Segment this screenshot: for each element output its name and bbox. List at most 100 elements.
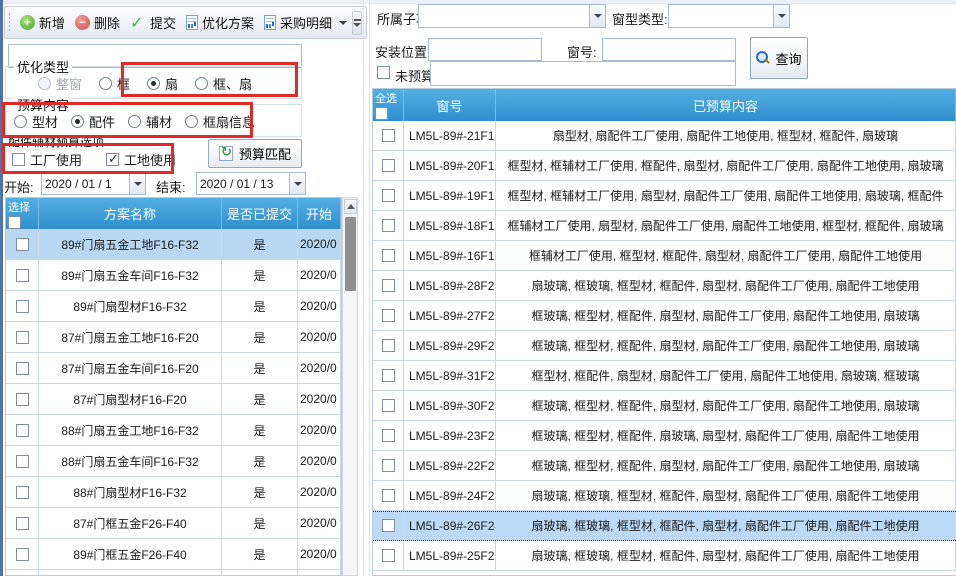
unbudgeted-input[interactable] (430, 61, 736, 86)
row-checkbox[interactable] (382, 129, 395, 142)
row-checkbox[interactable] (382, 219, 395, 232)
plan-table-row[interactable]: 87#门扇五金工地F16-F20是2020/0 (6, 322, 341, 353)
radio-option-框、扇[interactable]: 框、扇 (195, 74, 252, 93)
query-button[interactable]: 查询 (750, 37, 808, 79)
scrollbar-thumb[interactable] (345, 217, 356, 291)
window-table-row[interactable]: LM5L-89#-16F15框辅材工厂使用, 框型材, 框配件, 扇型材, 扇配… (373, 241, 956, 271)
window-table-row[interactable]: LM5L-89#-19F17框型材, 框辅材工厂使用, 扇型材, 扇配件工厂使用… (373, 181, 956, 211)
row-checkbox[interactable] (382, 339, 395, 352)
row-checkbox[interactable] (16, 517, 29, 530)
panel-splitter[interactable] (363, 0, 364, 576)
radio-icon[interactable] (195, 77, 208, 90)
delete-button[interactable]: 删除 (70, 10, 125, 35)
select-all-checkbox[interactable] (375, 107, 388, 120)
radio-option-配件[interactable]: 配件 (71, 112, 115, 131)
sub-item-dropdown-button[interactable] (589, 5, 605, 27)
row-checkbox[interactable] (382, 429, 395, 442)
row-checkbox[interactable] (16, 486, 29, 499)
window-table-row[interactable]: LM5L-89#-23F21框玻璃, 框型材, 框配件, 扇玻璃, 扇型材, 扇… (373, 421, 956, 451)
checkbox-option-工厂使用[interactable]: 工厂使用 (12, 150, 82, 169)
row-checkbox[interactable] (16, 424, 29, 437)
checkbox-icon[interactable] (106, 153, 119, 166)
plan-table-scrollbar[interactable] (342, 197, 358, 576)
row-checkbox[interactable] (382, 249, 395, 262)
radio-icon[interactable] (38, 77, 51, 90)
radio-option-框[interactable]: 框 (99, 74, 130, 93)
window-table-row[interactable]: LM5L-89#-20F18框型材, 框辅材工厂使用, 框配件, 扇型材, 扇配… (373, 151, 956, 181)
window-table-row[interactable]: LM5L-89#-30F28框玻璃, 框型材, 框配件, 扇型材, 扇配件工厂使… (373, 391, 956, 421)
row-checkbox[interactable] (16, 393, 29, 406)
plan-table-row[interactable]: 87#门框五金F26-F40是2020/0 (6, 508, 341, 539)
unbudgeted-checkbox[interactable] (377, 66, 390, 79)
window-table-row[interactable]: LM5L-89#-28F26扇玻璃, 框玻璃, 框型材, 框配件, 扇型材, 扇… (373, 271, 956, 301)
window-table-row[interactable]: LM5L-89#-29F27框玻璃, 框型材, 框配件, 扇型材, 扇配件工厂使… (373, 331, 956, 361)
row-checkbox[interactable] (382, 189, 395, 202)
row-checkbox[interactable] (16, 238, 29, 251)
toolbar-overflow-button[interactable] (352, 11, 362, 35)
row-checkbox[interactable] (382, 309, 395, 322)
plan-table-row[interactable]: 89#门扇五金车间F16-F32是2020/0 (6, 260, 341, 291)
window-table-row[interactable]: LM5L-89#-24F22扇玻璃, 框玻璃, 框型材, 框配件, 扇型材, 扇… (373, 481, 956, 511)
row-checkbox[interactable] (382, 279, 395, 292)
window-table-row[interactable]: LM5L-89#-18F16框辅材工厂使用, 扇型材, 扇配件工厂使用, 扇配件… (373, 211, 956, 241)
scroll-up-button[interactable] (344, 199, 357, 214)
submit-button[interactable]: 提交 (125, 10, 181, 35)
install-position-input[interactable] (428, 38, 542, 61)
toolbar-grip[interactable] (9, 13, 10, 33)
row-checkbox[interactable] (382, 369, 395, 382)
window-table-row[interactable]: LM5L-89#-25F23扇玻璃, 框玻璃, 框型材, 框配件, 扇型材, 扇… (373, 541, 956, 571)
panel-splitter[interactable] (369, 0, 370, 576)
plan-table-row[interactable]: 89#门扇五金工地F16-F32是2020/0 (6, 229, 341, 260)
row-checkbox[interactable] (16, 362, 29, 375)
select-all-checkbox[interactable] (8, 216, 21, 229)
purchase-detail-button[interactable]: 采购明细 (259, 10, 352, 35)
row-checkbox[interactable] (382, 159, 395, 172)
radio-option-框扇信息[interactable]: 框扇信息 (185, 112, 255, 131)
radio-icon[interactable] (185, 115, 198, 128)
plan-table-row[interactable]: 87#门扇五金车间F16-F20是2020/0 (6, 353, 341, 384)
radio-option-扇[interactable]: 扇 (147, 74, 178, 93)
radio-option-辅材[interactable]: 辅材 (128, 112, 172, 131)
end-date-picker[interactable]: 2020 / 01 / 13 (196, 172, 306, 195)
start-date-picker[interactable]: 2020 / 01 / 1 (41, 172, 146, 195)
row-checkbox[interactable] (16, 300, 29, 313)
window-type-combobox[interactable] (668, 4, 790, 28)
checkbox-icon[interactable] (12, 153, 25, 166)
radio-icon[interactable] (71, 115, 84, 128)
window-table-row[interactable]: LM5L-89#-22F20框玻璃, 框型材, 框配件, 扇型材, 扇配件工厂使… (373, 451, 956, 481)
row-checkbox[interactable] (16, 455, 29, 468)
plan-table-row[interactable]: 88#门框五金F21-F40是2020/0 (6, 570, 341, 576)
row-checkbox[interactable] (382, 549, 395, 562)
sub-item-combobox[interactable] (418, 4, 606, 28)
plan-table-row[interactable]: 88#门扇五金工地F16-F32是2020/0 (6, 415, 341, 446)
start-date-dropdown-button[interactable] (129, 173, 145, 194)
row-checkbox[interactable] (382, 459, 395, 472)
window-table-row[interactable]: LM5L-89#-21F19扇型材, 扇配件工厂使用, 扇配件工地使用, 框型材… (373, 121, 956, 151)
window-type-dropdown-button[interactable] (773, 5, 789, 27)
row-checkbox[interactable] (382, 489, 395, 502)
budget-match-button[interactable]: 预算匹配 (208, 139, 302, 168)
radio-option-整窗[interactable]: 整窗 (38, 74, 82, 93)
radio-icon[interactable] (99, 77, 112, 90)
row-checkbox[interactable] (16, 331, 29, 344)
plan-table-row[interactable]: 88#门扇五金车间F16-F32是2020/0 (6, 446, 341, 477)
end-date-dropdown-button[interactable] (289, 173, 305, 194)
radio-icon[interactable] (147, 77, 160, 90)
plan-table-row[interactable]: 88#门扇型材F16-F32是2020/0 (6, 477, 341, 508)
add-button[interactable]: 新增 (15, 10, 70, 35)
window-table-row[interactable]: LM5L-89#-26F24扇玻璃, 框玻璃, 框型材, 框配件, 扇型材, 扇… (373, 511, 956, 541)
plan-table-row[interactable]: 87#门扇型材F16-F20是2020/0 (6, 384, 341, 415)
window-no-input[interactable] (602, 38, 736, 61)
window-table-row[interactable]: LM5L-89#-27F25框玻璃, 框型材, 框配件, 扇型材, 扇配件工厂使… (373, 301, 956, 331)
row-checkbox[interactable] (382, 519, 395, 532)
window-table-row[interactable]: LM5L-89#-31F29框型材, 框配件, 扇型材, 扇配件工厂使用, 扇配… (373, 361, 956, 391)
radio-option-型材[interactable]: 型材 (14, 112, 58, 131)
radio-icon[interactable] (128, 115, 141, 128)
row-checkbox[interactable] (382, 399, 395, 412)
plan-table-row[interactable]: 89#门扇型材F16-F32是2020/0 (6, 291, 341, 322)
radio-icon[interactable] (14, 115, 27, 128)
row-checkbox[interactable] (16, 548, 29, 561)
optimize-plan-button[interactable]: 优化方案 (181, 10, 259, 35)
row-checkbox[interactable] (16, 269, 29, 282)
plan-table-row[interactable]: 89#门框五金F26-F40是2020/0 (6, 539, 341, 570)
